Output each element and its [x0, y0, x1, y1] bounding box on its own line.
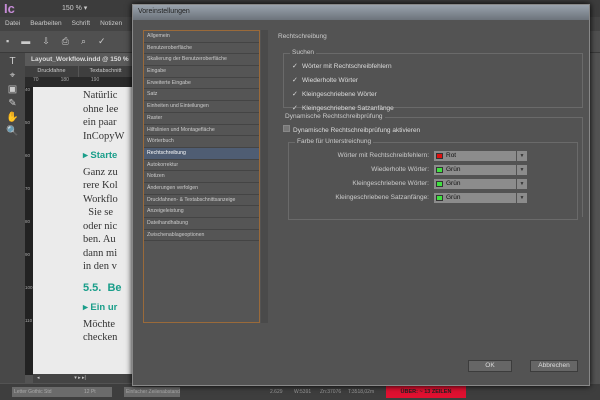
- page-navigation[interactable]: ◂ ▾ ▸ ▸|: [33, 374, 135, 383]
- horizontal-ruler: 70 180 190: [25, 77, 135, 87]
- checkbox-lowercase-sentences[interactable]: ✓ Kleingeschriebene Satzanfänge: [292, 105, 394, 112]
- category-item[interactable]: Einheiten und Einteilungen: [144, 101, 259, 113]
- dialog-title: Voreinstellungen: [133, 5, 589, 20]
- category-item[interactable]: Skalierung der Benutzeroberfläche: [144, 54, 259, 67]
- color-select[interactable]: Rot: [434, 151, 516, 161]
- char-count: Zn:37076: [320, 389, 342, 395]
- category-item[interactable]: Autokorrektur: [144, 160, 259, 172]
- chevron-down-icon[interactable]: ▼: [517, 151, 527, 161]
- category-list: Allgemein Benutzeroberfläche Skalierung de…: [143, 30, 260, 323]
- color-select[interactable]: Grün: [434, 193, 516, 203]
- color-swatch: [436, 195, 443, 201]
- preferences-dialog: Voreinstellungen Allgemein Benutzeroberfl…: [132, 4, 590, 386]
- document-tab[interactable]: Layout_Workflow.indd @ 150 %: [25, 53, 135, 66]
- checkbox-spelling-errors[interactable]: ✓ Wörter mit Rechtschreibfehlern: [292, 63, 392, 70]
- menu-datei[interactable]: Datei: [5, 20, 20, 27]
- color-select[interactable]: Grün: [434, 179, 516, 189]
- vertical-ruler: 40 50 60 70 80 90 100 110: [25, 87, 33, 375]
- note-tool-icon[interactable]: ▣: [0, 84, 25, 95]
- color-swatch: [436, 153, 443, 159]
- tools-panel: T ⌖ ▣ ✎ ✋ 🔍: [0, 53, 25, 383]
- color-row-label: Wiederholte Wörter:: [371, 166, 429, 173]
- document-page[interactable]: Natürlic ohne lee ein paar InCopyW ▸ Starte…: [33, 87, 135, 375]
- category-item[interactable]: Zwischenablageoptionen: [144, 230, 259, 242]
- category-item[interactable]: Satz: [144, 89, 259, 102]
- underline-group-label: Farbe für Unterstreichung: [295, 138, 374, 145]
- ok-button[interactable]: OK: [468, 360, 512, 372]
- menu-bearbeiten[interactable]: Bearbeiten: [30, 20, 61, 27]
- search-group: Suchen ✓ Wörter mit Rechtschreibfehlern ✓…: [283, 49, 583, 112]
- category-item[interactable]: Anzeigeleistung: [144, 206, 259, 218]
- open-icon[interactable]: ▬: [21, 36, 30, 46]
- status-bar: Letter Gothic Std 12 Pt Einfacher Zeilen…: [0, 384, 600, 400]
- word-count: W:5391: [294, 389, 312, 395]
- category-item[interactable]: Erweiterte Eingabe: [144, 78, 259, 90]
- chevron-down-icon[interactable]: ▼: [517, 179, 527, 189]
- underline-color-row: Wiederholte Wörter: Grün ▼: [289, 165, 579, 175]
- category-item[interactable]: Eingabe: [144, 66, 259, 78]
- category-item[interactable]: Raster: [144, 113, 259, 125]
- color-swatch: [436, 167, 443, 173]
- category-item[interactable]: Notizen: [144, 171, 259, 183]
- color-row-label: Kleingeschriebene Satzanfänge:: [335, 194, 429, 201]
- tab-druckfahne[interactable]: Druckfahne: [25, 66, 79, 77]
- menu-notizen[interactable]: Notizen: [100, 20, 122, 27]
- spellcheck-icon[interactable]: ✓: [98, 36, 106, 47]
- overset-indicator: ÜBER: ~ 13 ZEILEN: [386, 386, 466, 398]
- type-tool-icon[interactable]: T: [0, 56, 25, 67]
- category-item[interactable]: Druckfahnen- & Textabschnittsanzeige: [144, 195, 259, 207]
- category-item[interactable]: Benutzeroberfläche: [144, 43, 259, 55]
- zoom-select[interactable]: 150 % ▾: [62, 4, 87, 12]
- checkbox-repeated-words[interactable]: ✓ Wiederholte Wörter: [292, 77, 358, 84]
- color-select[interactable]: Grün: [434, 165, 516, 175]
- underline-color-row: Kleingeschriebene Satzanfänge: Grün ▼: [289, 193, 579, 203]
- search-icon[interactable]: ⌕: [81, 36, 86, 47]
- checkbox-lowercase-words[interactable]: ✓ Kleingeschriebene Wörter: [292, 91, 377, 98]
- tab-textabschnitt[interactable]: Textabschnitt: [79, 66, 133, 77]
- position-tool-icon[interactable]: ⌖: [0, 70, 25, 81]
- print-icon[interactable]: ⎙: [62, 36, 69, 47]
- category-item[interactable]: Hilfslinien und Montagefläche: [144, 125, 259, 137]
- underline-color-row: Wörter mit Rechtschreibfehlern: Rot ▼: [289, 151, 579, 161]
- eyedropper-icon[interactable]: ✎: [0, 98, 25, 109]
- dynamic-spelling-group: Dynamische Rechtschreibprüfung Dynamisch…: [283, 113, 583, 220]
- category-item[interactable]: Rechtschreibung: [144, 147, 259, 160]
- chevron-down-icon[interactable]: ▼: [517, 165, 527, 175]
- underline-color-group: Farbe für Unterstreichung Wörter mit Rec…: [288, 138, 579, 220]
- menu-schrift[interactable]: Schrift: [72, 20, 90, 27]
- zoom-icon[interactable]: 🔍: [0, 126, 25, 137]
- color-row-label: Wörter mit Rechtschreibfehlern:: [337, 152, 429, 159]
- list-scrollbar[interactable]: [261, 30, 268, 323]
- line-count: 2.629: [270, 389, 283, 395]
- hand-icon[interactable]: ✋: [0, 112, 25, 123]
- color-swatch: [436, 181, 443, 187]
- font-select[interactable]: Letter Gothic Std: [12, 387, 84, 397]
- checkbox-dynamic-spelling[interactable]: Dynamische Rechtschreibprüfung aktiviere…: [283, 125, 420, 134]
- depth: T:3518,02m: [348, 389, 375, 395]
- export-icon[interactable]: ⇩: [42, 36, 50, 47]
- size-select[interactable]: 12 Pt: [82, 387, 112, 397]
- leading-select[interactable]: Einfacher Zeilenabstand: [124, 387, 180, 397]
- view-tabs: Druckfahne Textabschnitt: [25, 66, 135, 77]
- category-item[interactable]: Dateihandhabung: [144, 218, 259, 230]
- category-item[interactable]: Allgemein: [144, 31, 259, 43]
- chevron-down-icon[interactable]: ▼: [517, 193, 527, 203]
- underline-color-row: Kleingeschriebene Wörter: Grün ▼: [289, 179, 579, 189]
- incopy-logo: Ic: [4, 1, 15, 16]
- save-icon[interactable]: ▪: [6, 36, 9, 46]
- category-item[interactable]: Änderungen verfolgen: [144, 183, 259, 195]
- search-group-label: Suchen: [290, 49, 317, 56]
- section-title: Rechtschreibung: [278, 33, 327, 40]
- cancel-button[interactable]: Abbrechen: [530, 360, 578, 372]
- category-item[interactable]: Wörterbuch: [144, 136, 259, 148]
- color-row-label: Kleingeschriebene Wörter:: [352, 180, 429, 187]
- dynamic-group-label: Dynamische Rechtschreibprüfung: [283, 113, 385, 120]
